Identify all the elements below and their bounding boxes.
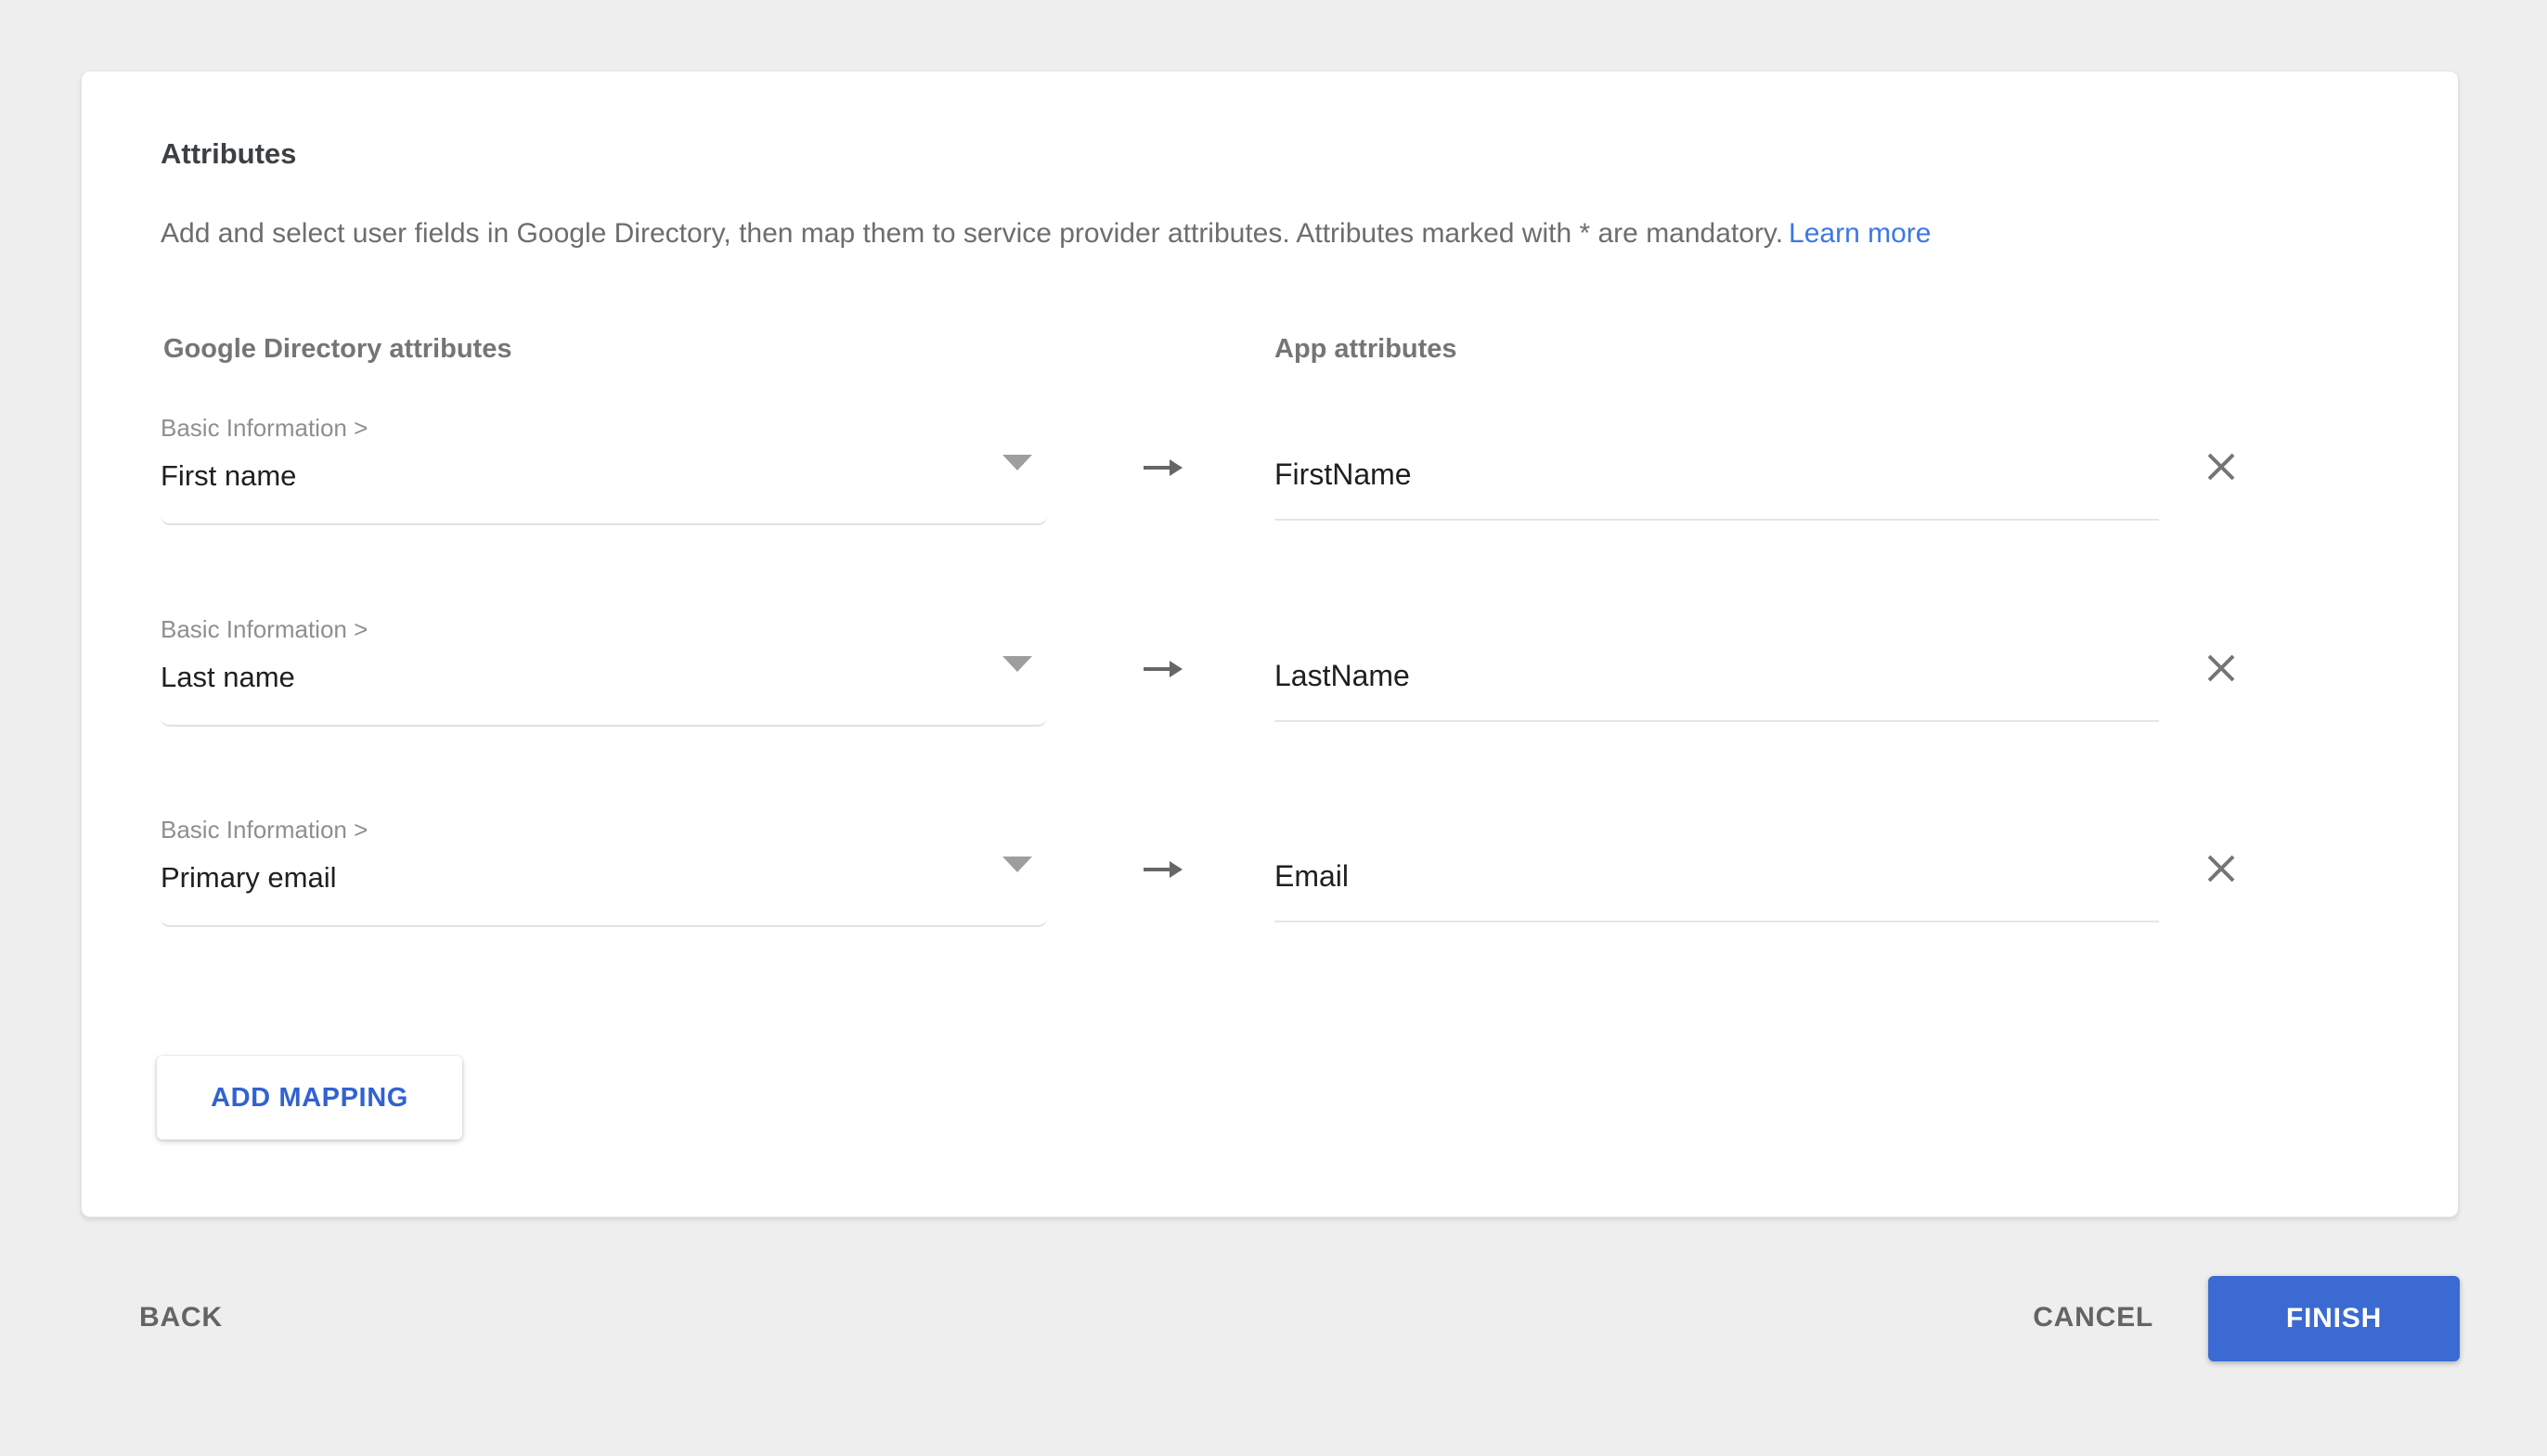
description-text: Add and select user fields in Google Dir… xyxy=(161,218,1783,249)
remove-mapping-button[interactable] xyxy=(2201,848,2242,889)
app-attribute-value: Email xyxy=(1274,859,1349,894)
mapping-row: Basic Information > Last name LastName xyxy=(82,604,2458,743)
right-arrow-icon xyxy=(1141,656,1187,682)
close-icon xyxy=(2204,852,2238,885)
app-attribute-input[interactable]: Email xyxy=(1274,832,2159,922)
close-icon xyxy=(2204,450,2238,483)
cancel-button[interactable]: CANCEL xyxy=(2033,1295,2153,1340)
attributes-card: Attributes Add and select user fields in… xyxy=(81,71,2459,1218)
google-attribute-value: Last name xyxy=(161,658,1047,697)
right-arrow-icon xyxy=(1141,455,1187,481)
app-attributes-header: App attributes xyxy=(1274,332,1457,366)
google-attribute-value: First name xyxy=(161,457,1047,496)
finish-button[interactable]: FINISH xyxy=(2208,1276,2460,1361)
mapping-row: Basic Information > Primary email Email xyxy=(82,805,2458,944)
learn-more-link[interactable]: Learn more xyxy=(1789,218,1931,249)
google-attribute-select[interactable]: Basic Information > First name xyxy=(161,403,1047,525)
remove-mapping-button[interactable] xyxy=(2201,446,2242,487)
back-button[interactable]: BACK xyxy=(139,1295,223,1340)
google-attribute-select[interactable]: Basic Information > Last name xyxy=(161,604,1047,727)
google-attribute-select[interactable]: Basic Information > Primary email xyxy=(161,805,1047,927)
caret-down-icon xyxy=(1002,656,1032,672)
attribute-category-label: Basic Information > xyxy=(161,814,1047,845)
page-title: Attributes xyxy=(161,136,296,172)
mapping-row: Basic Information > First name FirstName xyxy=(82,403,2458,542)
app-attribute-input[interactable]: LastName xyxy=(1274,632,2159,722)
google-directory-attributes-header: Google Directory attributes xyxy=(163,332,511,366)
close-icon xyxy=(2204,651,2238,685)
right-arrow-icon xyxy=(1141,857,1187,883)
caret-down-icon xyxy=(1002,857,1032,872)
attribute-category-label: Basic Information > xyxy=(161,613,1047,645)
add-mapping-button[interactable]: ADD MAPPING xyxy=(157,1056,462,1140)
remove-mapping-button[interactable] xyxy=(2201,648,2242,689)
attribute-category-label: Basic Information > xyxy=(161,412,1047,444)
app-attribute-value: FirstName xyxy=(1274,457,1412,492)
caret-down-icon xyxy=(1002,455,1032,470)
description: Add and select user fields in Google Dir… xyxy=(161,216,1931,251)
google-attribute-value: Primary email xyxy=(161,858,1047,897)
app-attribute-value: LastName xyxy=(1274,659,1410,693)
app-attribute-input[interactable]: FirstName xyxy=(1274,431,2159,521)
